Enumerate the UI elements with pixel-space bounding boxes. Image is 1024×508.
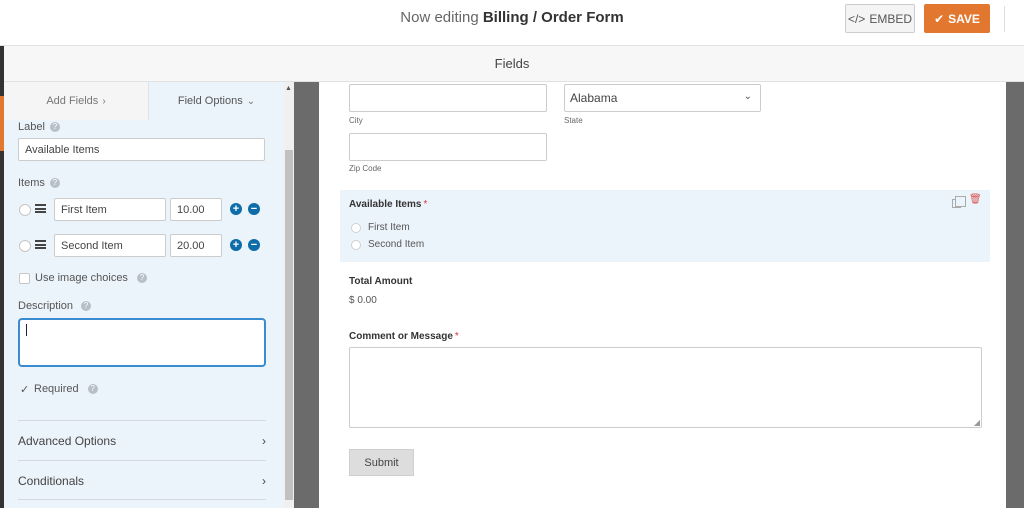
chevron-down-icon: ⌄ — [743, 91, 752, 102]
trash-icon[interactable]: 🗑 — [969, 194, 982, 205]
help-icon[interactable]: ? — [81, 301, 92, 311]
scroll-up-arrow-icon[interactable]: ▲ — [285, 85, 292, 92]
required-asterisk: * — [454, 331, 459, 342]
available-items-title-text: Available Items — [349, 199, 422, 210]
duplicate-icon[interactable] — [952, 196, 966, 208]
required-row: Required? — [34, 383, 98, 395]
item-price-input[interactable]: 20.00 — [170, 234, 222, 257]
remove-item-icon[interactable]: − — [248, 239, 260, 251]
zip-code-label: Zip Code — [349, 164, 382, 173]
tab-add-fields-label: Add Fields — [46, 95, 99, 107]
available-items-title: Available Items * — [349, 199, 427, 210]
drag-handle-icon[interactable] — [35, 240, 46, 249]
items-heading-text: Items — [18, 177, 45, 189]
choice-radio[interactable] — [351, 223, 361, 233]
comment-textarea[interactable]: ◢ — [349, 347, 982, 428]
label-heading-text: Label — [18, 121, 45, 133]
city-input[interactable] — [349, 84, 547, 112]
comment-title: Comment or Message * — [349, 331, 459, 342]
state-select-value: Alabama — [570, 91, 618, 105]
form-preview: City Alabama ⌄ State Zip Code Available … — [319, 82, 1006, 508]
help-icon[interactable]: ? — [49, 122, 60, 132]
top-header: Now editing Billing / Order Form </> EMB… — [0, 0, 1024, 46]
help-icon[interactable]: ? — [49, 178, 60, 188]
comment-title-text: Comment or Message — [349, 331, 453, 342]
embed-label: EMBED — [869, 11, 913, 26]
submit-button[interactable]: Submit — [349, 449, 414, 476]
drag-handle-icon[interactable] — [35, 204, 46, 213]
section-title: Fields — [494, 56, 530, 71]
use-image-choices-row: Use image choices? — [35, 272, 147, 284]
field-options-panel: Add Fields › Field Options ⌄ Label? Avai… — [4, 82, 284, 508]
total-amount-title: Total Amount — [349, 276, 413, 287]
chevron-right-icon: › — [262, 474, 266, 488]
panel-tabs: Add Fields › Field Options ⌄ — [4, 82, 284, 120]
text-cursor — [26, 324, 27, 336]
divider — [18, 420, 266, 421]
choice-radio[interactable] — [351, 240, 361, 250]
save-button[interactable]: ✔ SAVE — [924, 4, 990, 33]
label-heading: Label? — [18, 121, 60, 133]
form-name: Billing / Order Form — [482, 9, 624, 26]
required-asterisk: * — [423, 199, 428, 210]
total-amount-value: $ 0.00 — [349, 295, 377, 306]
use-image-choices-checkbox[interactable] — [19, 273, 30, 284]
chevron-right-icon: › — [262, 434, 266, 448]
description-textarea[interactable] — [19, 319, 265, 366]
label-input[interactable]: Available Items — [18, 138, 265, 161]
tab-add-fields[interactable]: Add Fields › — [4, 82, 149, 120]
item-default-radio[interactable] — [19, 204, 31, 216]
chevron-right-icon: › — [102, 95, 106, 107]
choice-label: Second Item — [368, 239, 425, 250]
items-heading: Items? — [18, 177, 60, 189]
scrollbar-thumb[interactable] — [285, 150, 293, 500]
advanced-options-toggle[interactable]: Advanced Options › — [18, 422, 266, 460]
add-item-icon[interactable]: + — [230, 239, 242, 251]
save-label: SAVE — [948, 11, 980, 26]
state-label: State — [564, 116, 583, 125]
item-default-radio[interactable] — [19, 240, 31, 252]
use-image-choices-label: Use image choices — [35, 272, 128, 284]
divider — [18, 499, 266, 500]
checkmark-icon: ✔ — [934, 11, 945, 26]
required-label: Required — [34, 383, 79, 395]
title-prefix: Now editing — [400, 9, 479, 26]
tab-field-options[interactable]: Field Options ⌄ — [149, 82, 284, 120]
code-icon: </> — [847, 11, 866, 26]
item-label-input[interactable]: Second Item — [54, 234, 166, 257]
choice-label: First Item — [368, 222, 410, 233]
required-checkbox[interactable]: ✓ — [20, 383, 29, 396]
item-price-input[interactable]: 10.00 — [170, 198, 222, 221]
embed-button[interactable]: </> EMBED — [845, 4, 915, 33]
chevron-down-icon: ⌄ — [246, 95, 256, 107]
description-heading-text: Description — [18, 300, 74, 312]
resize-handle-icon[interactable]: ◢ — [974, 418, 980, 427]
tab-field-options-label: Field Options — [177, 95, 243, 107]
divider — [18, 460, 266, 461]
state-select[interactable]: Alabama ⌄ — [564, 84, 761, 112]
conditionals-toggle[interactable]: Conditionals › — [18, 462, 266, 500]
advanced-options-label: Advanced Options — [18, 434, 117, 448]
remove-item-icon[interactable]: − — [248, 203, 260, 215]
header-divider — [1004, 6, 1005, 32]
description-heading: Description? — [18, 300, 92, 312]
help-icon[interactable]: ? — [136, 273, 147, 283]
selected-field-highlight[interactable] — [340, 190, 990, 262]
add-item-icon[interactable]: + — [230, 203, 242, 215]
conditionals-label: Conditionals — [18, 474, 85, 488]
help-icon[interactable]: ? — [87, 384, 98, 394]
zip-code-input[interactable] — [349, 133, 547, 161]
city-label: City — [349, 116, 363, 125]
item-label-input[interactable]: First Item — [54, 198, 166, 221]
panel-scrollbar[interactable]: ▲ — [284, 82, 294, 508]
section-bar: Fields — [0, 46, 1024, 82]
